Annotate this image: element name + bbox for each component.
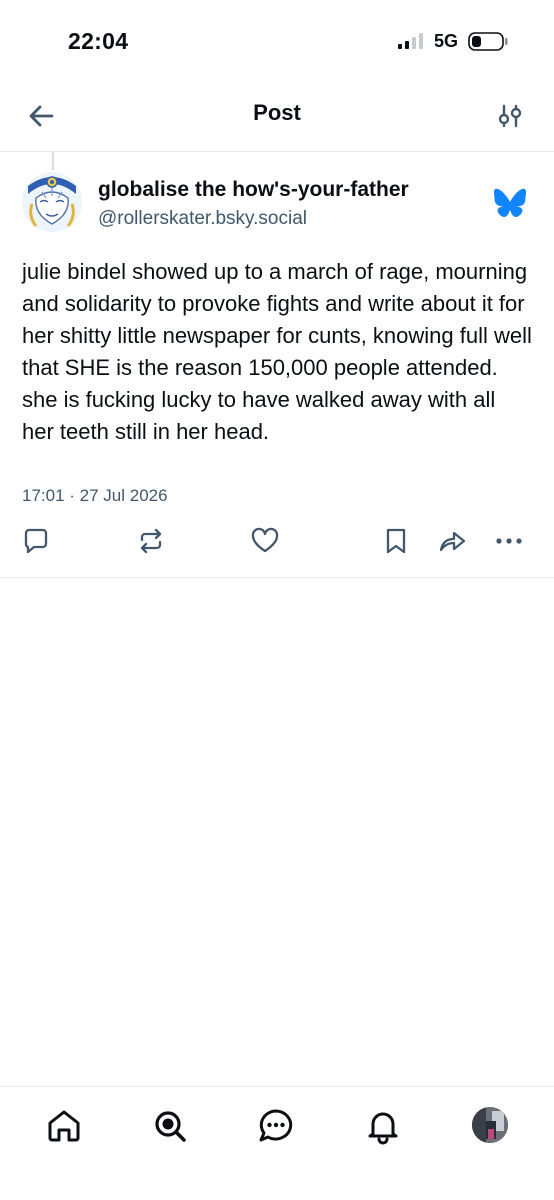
page-title: Post: [253, 100, 301, 125]
home-icon[interactable]: [45, 1107, 83, 1145]
author-display-name[interactable]: globalise the how's-your-father: [98, 178, 409, 202]
chat-icon[interactable]: [257, 1107, 295, 1145]
post-header: Post: [0, 84, 554, 152]
post-timestamp[interactable]: 17:01 · 27 Jul 2026: [22, 486, 168, 506]
status-bar: 22:04 5G: [0, 0, 554, 84]
post-actions: [0, 526, 554, 560]
bottom-tab-bar: [0, 1086, 554, 1200]
more-icon[interactable]: [494, 526, 524, 556]
reply-icon[interactable]: [21, 526, 51, 556]
battery-icon: [468, 32, 508, 51]
search-icon[interactable]: [151, 1107, 189, 1145]
share-icon[interactable]: [437, 526, 467, 556]
butterfly-icon: [494, 188, 526, 218]
notifications-icon[interactable]: [364, 1107, 402, 1145]
author-avatar[interactable]: [22, 172, 82, 232]
repost-icon[interactable]: [136, 526, 166, 556]
like-icon[interactable]: [250, 526, 280, 556]
signal-icon: [398, 33, 423, 49]
sliders-icon[interactable]: [492, 98, 528, 134]
profile-avatar[interactable]: [472, 1107, 508, 1143]
status-time: 22:04: [68, 28, 129, 54]
author-handle[interactable]: @rollerskater.bsky.social: [98, 208, 307, 230]
post-body-text: julie bindel showed up to a march of rag…: [22, 259, 532, 444]
network-type: 5G: [434, 31, 459, 51]
post: globalise the how's-your-father @rollers…: [0, 152, 554, 578]
bookmark-icon[interactable]: [381, 526, 411, 556]
